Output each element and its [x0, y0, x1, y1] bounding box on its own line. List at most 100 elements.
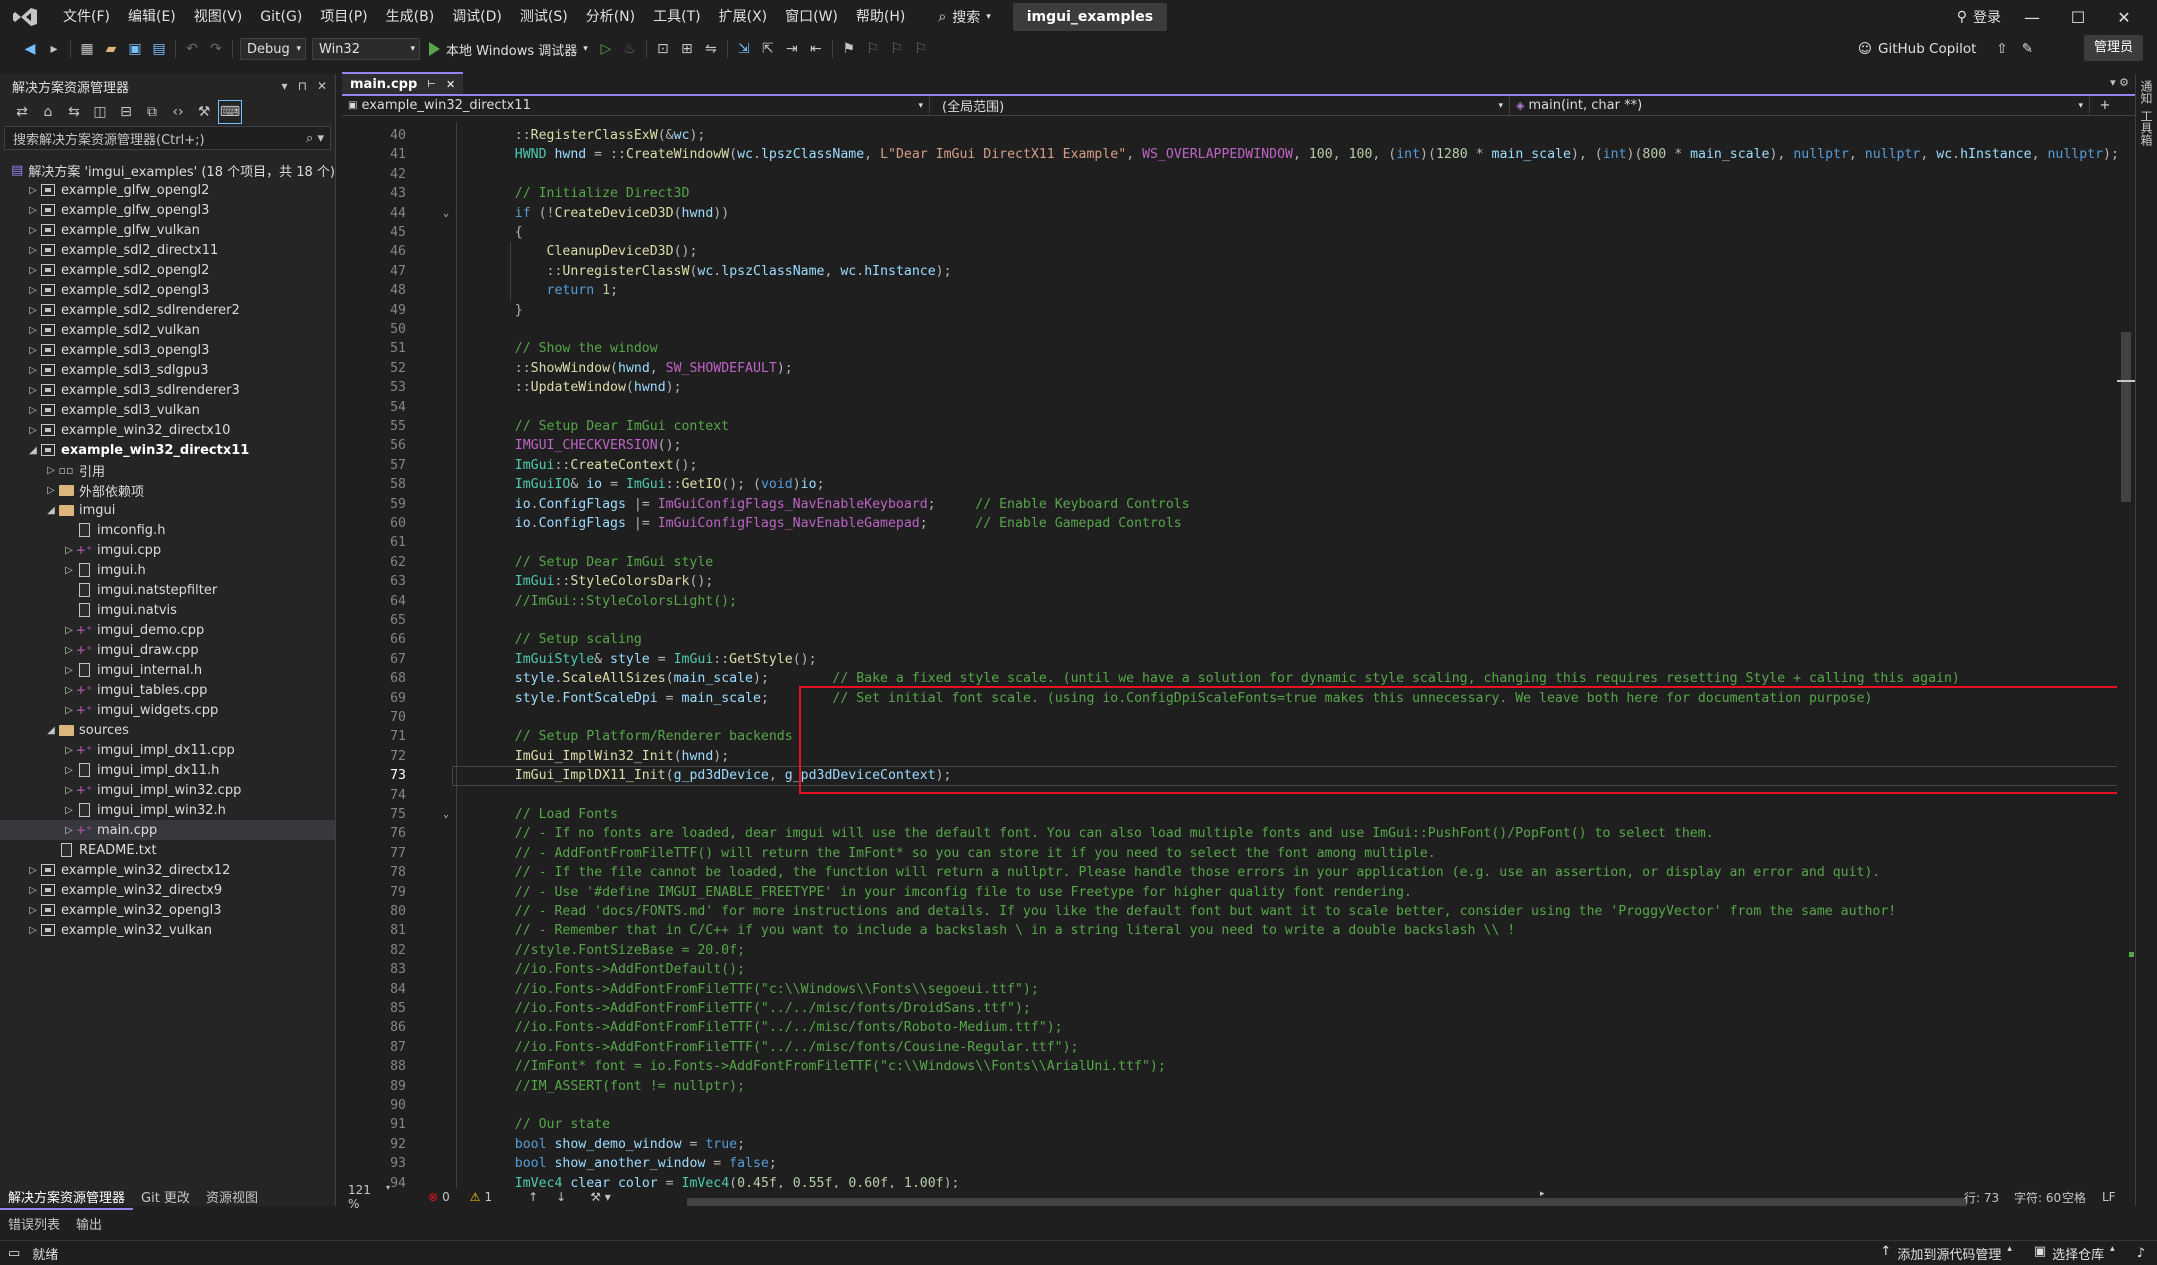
tree-item[interactable]: imconfig.h — [0, 520, 335, 540]
expand-arrow-icon[interactable]: ▷ — [26, 865, 40, 876]
code-line[interactable]: 40 ::RegisterClassExW(&wc); — [342, 126, 2122, 145]
code-line[interactable]: 91 // Our state — [342, 1115, 2122, 1134]
tree-item[interactable]: imgui.natstepfilter — [0, 580, 335, 600]
step-over-icon[interactable]: ⇱ — [756, 37, 780, 61]
tree-item[interactable]: README.txt — [0, 840, 335, 860]
expand-arrow-icon[interactable]: ▷ — [26, 365, 40, 376]
tree-item[interactable]: ▷ imgui_impl_win32.h — [0, 800, 335, 820]
expand-arrow-icon[interactable]: ▷ — [62, 665, 76, 676]
menu-item-3[interactable]: Git(G) — [251, 0, 311, 34]
save-icon[interactable]: ▣ — [123, 37, 147, 61]
visual-studio-logo-icon[interactable] — [12, 4, 38, 30]
code-line[interactable]: 86 //io.Fonts->AddFontFromFileTTF("../..… — [342, 1018, 2122, 1037]
errors-indicator[interactable]: ⊗ 0 — [428, 1190, 450, 1204]
code-line[interactable]: 77 // - AddFontFromFileTTF() will return… — [342, 844, 2122, 863]
configuration-select[interactable]: Debug ▾ — [240, 38, 306, 60]
tree-item[interactable]: ▷ example_sdl2_sdlrenderer2 — [0, 300, 335, 320]
code-line[interactable]: 62 // Setup Dear ImGui style — [342, 553, 2122, 572]
tree-item[interactable]: ◢ sources — [0, 720, 335, 740]
code-line[interactable]: 89 //IM_ASSERT(font != nullptr); — [342, 1077, 2122, 1096]
code-line[interactable]: 44 ⌄ if (!CreateDeviceD3D(hwnd)) — [342, 204, 2122, 223]
fold-toggle-icon[interactable]: ⌄ — [440, 204, 452, 223]
menu-item-11[interactable]: 窗口(W) — [776, 0, 847, 34]
pin-icon[interactable]: ⊢ — [427, 79, 436, 90]
platform-select[interactable]: Win32 ▾ — [312, 38, 420, 60]
prev-bookmark-icon[interactable]: ⚐ — [861, 37, 885, 61]
tree-item[interactable]: ▷ +⁺ imgui_tables.cpp — [0, 680, 335, 700]
tree-item[interactable]: ▷ 外部依赖项 — [0, 480, 335, 500]
menu-item-0[interactable]: 文件(F) — [54, 0, 119, 34]
column-indicator[interactable]: 字符: 60 — [2014, 1189, 2061, 1206]
tree-item[interactable]: ▷ example_win32_directx10 — [0, 420, 335, 440]
tree-item[interactable]: ▷ ▫▫ 引用 — [0, 460, 335, 480]
code-line[interactable]: 81 // - Remember that in C/C++ if you wa… — [342, 921, 2122, 940]
expand-arrow-icon[interactable]: ▷ — [62, 825, 76, 836]
scroll-thumb[interactable] — [2121, 332, 2131, 502]
next-issue-icon[interactable]: ↓ — [556, 1190, 566, 1204]
home-icon[interactable]: ⌂ — [36, 100, 60, 124]
menu-item-6[interactable]: 调试(D) — [443, 0, 511, 34]
collapse-arrow-icon[interactable]: ◢ — [26, 445, 40, 456]
zoom-select[interactable]: 121 % ▾ — [342, 1183, 390, 1211]
menu-item-12[interactable]: 帮助(H) — [847, 0, 914, 34]
prev-issue-icon[interactable]: ↑ — [528, 1190, 538, 1204]
sync-view-icon[interactable]: ⇄ — [10, 100, 34, 124]
vertical-scrollbar[interactable] — [2117, 122, 2135, 1188]
function-select[interactable]: ◈ main(int, char **) ▾ — [1510, 95, 2090, 116]
share-icon[interactable]: ⇧ — [1996, 41, 2007, 57]
tree-item[interactable]: ▷ example_win32_directx9 — [0, 880, 335, 900]
code-line[interactable]: 76 // - If no fonts are loaded, dear img… — [342, 824, 2122, 843]
code-line[interactable]: 48 return 1; — [342, 281, 2122, 300]
code-line[interactable]: 90 — [342, 1096, 2122, 1115]
expand-arrow-icon[interactable]: ▷ — [44, 485, 58, 496]
menu-item-7[interactable]: 测试(S) — [511, 0, 577, 34]
menu-item-10[interactable]: 扩展(X) — [710, 0, 777, 34]
rail-notifications[interactable]: 通知 — [2138, 80, 2155, 104]
code-line[interactable]: 47 ::UnregisterClassW(wc.lpszClassName, … — [342, 262, 2122, 281]
collapse-all-icon[interactable]: ⊟ — [114, 100, 138, 124]
expand-arrow-icon[interactable]: ▷ — [62, 565, 76, 576]
code-line[interactable]: 41 HWND hwnd = ::CreateWindowW(wc.lpszCl… — [342, 145, 2122, 164]
code-line[interactable]: 60 io.ConfigFlags |= ImGuiConfigFlags_Na… — [342, 514, 2122, 533]
expand-arrow-icon[interactable]: ▷ — [26, 925, 40, 936]
tree-item[interactable]: ▷ example_win32_opengl3 — [0, 900, 335, 920]
browser-link-icon[interactable]: ⊡ — [651, 37, 675, 61]
scroll-right-icon[interactable]: ▸ — [1540, 1189, 1545, 1199]
code-line[interactable]: 54 — [342, 398, 2122, 417]
code-line[interactable]: 57 ImGui::CreateContext(); — [342, 456, 2122, 475]
expand-arrow-icon[interactable]: ▷ — [26, 245, 40, 256]
tree-item[interactable]: ▷ +⁺ imgui_demo.cpp — [0, 620, 335, 640]
tree-item[interactable]: ▤ 解决方案 'imgui_examples' (18 个项目，共 18 个) — [0, 160, 335, 180]
menu-item-4[interactable]: 项目(P) — [311, 0, 376, 34]
hscroll-thumb[interactable] — [687, 1198, 1967, 1206]
tree-item[interactable]: ▷ +⁺ imgui_draw.cpp — [0, 640, 335, 660]
expand-arrow-icon[interactable]: ▷ — [62, 765, 76, 776]
close-icon[interactable]: ✕ — [317, 79, 327, 93]
maximize-button[interactable]: ☐ — [2055, 0, 2101, 34]
minimize-button[interactable]: — — [2009, 0, 2055, 34]
collapse-arrow-icon[interactable]: ◢ — [44, 725, 58, 736]
code-line[interactable]: 83 //io.Fonts->AddFontDefault(); — [342, 960, 2122, 979]
menu-item-2[interactable]: 视图(V) — [185, 0, 252, 34]
code-line[interactable]: 49 } — [342, 301, 2122, 320]
redo-icon[interactable]: ↷ — [204, 37, 228, 61]
tree-item[interactable]: ▷ +⁺ imgui_widgets.cpp — [0, 700, 335, 720]
code-line[interactable]: 55 // Setup Dear ImGui context — [342, 417, 2122, 436]
expand-arrow-icon[interactable]: ▷ — [62, 545, 76, 556]
new-project-icon[interactable]: ▦ — [75, 37, 99, 61]
code-cleanup-icon[interactable]: ⚒ ▾ — [590, 1190, 611, 1204]
navigate-back-icon[interactable]: ◀ — [18, 37, 42, 61]
code-line[interactable]: 61 — [342, 533, 2122, 552]
expand-arrow-icon[interactable]: ▷ — [26, 205, 40, 216]
tab-git-changes[interactable]: Git 更改 — [133, 1188, 198, 1210]
code-line[interactable]: 53 ::UpdateWindow(hwnd); — [342, 378, 2122, 397]
tab-output[interactable]: 输出 — [68, 1214, 110, 1233]
panel-options-icon[interactable]: ▾ — [282, 79, 288, 93]
expand-arrow-icon[interactable]: ▷ — [26, 265, 40, 276]
expand-arrow-icon[interactable]: ▷ — [26, 385, 40, 396]
whitespace-indicator[interactable]: 空格 — [2062, 1189, 2086, 1206]
code-line[interactable]: 56 IMGUI_CHECKVERSION(); — [342, 436, 2122, 455]
code-line[interactable]: 84 //io.Fonts->AddFontFromFileTTF("c:\\W… — [342, 980, 2122, 999]
rail-toolbox[interactable]: 工具箱 — [2138, 110, 2155, 146]
expand-arrow-icon[interactable]: ▷ — [26, 405, 40, 416]
